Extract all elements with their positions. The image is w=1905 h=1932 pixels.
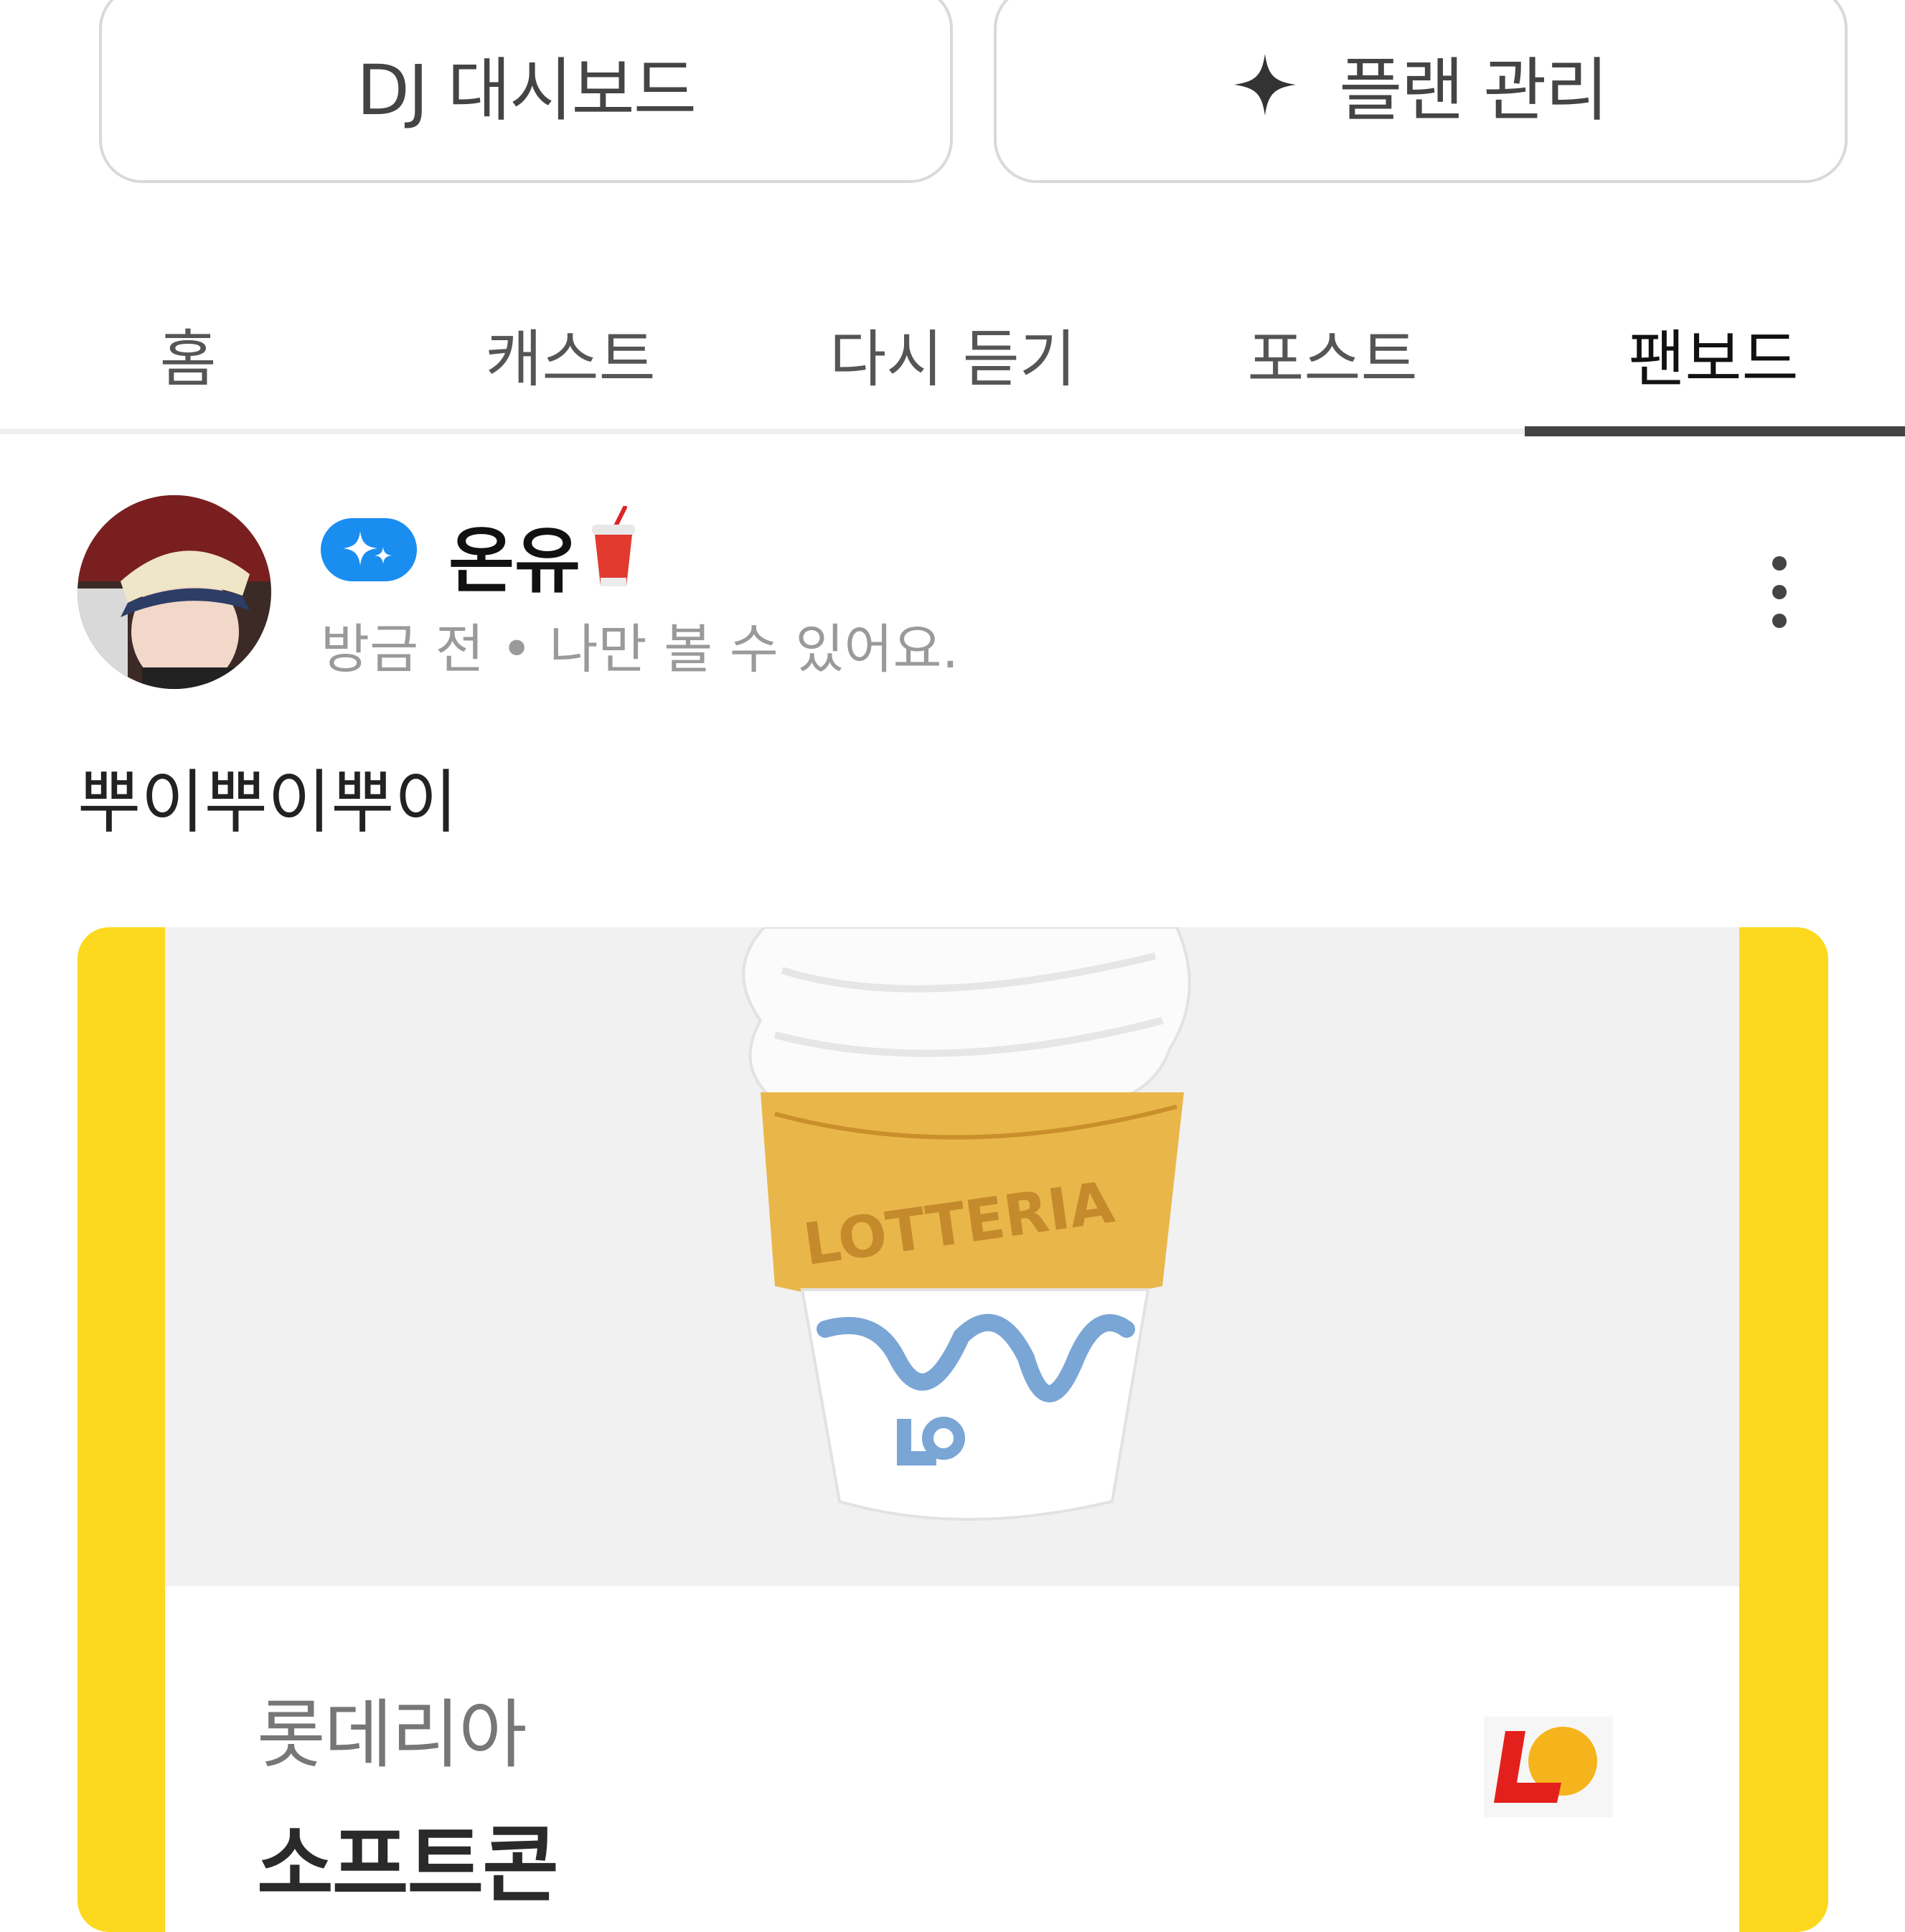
avatar[interactable] bbox=[77, 495, 271, 689]
gift-product-name: 소프트콘 bbox=[257, 1816, 559, 1913]
post-meta: 방금 전 • 나만 볼 수 있어요. bbox=[321, 619, 959, 680]
tab-post[interactable]: 포스트 bbox=[1247, 309, 1417, 398]
tab-fanboard[interactable]: 팬보드 bbox=[1628, 309, 1798, 398]
gift-card-inner: LOTTERIA 롯데리아 소프트콘 bbox=[165, 927, 1739, 1932]
sparkle-icon bbox=[1234, 53, 1297, 116]
gift-card[interactable]: LOTTERIA 롯데리아 소프트콘 bbox=[77, 927, 1828, 1932]
post-body-text: 뿌이뿌이뿌이 bbox=[77, 762, 458, 843]
plan-manage-button[interactable]: 플랜 관리 bbox=[994, 0, 1848, 183]
gift-brand-name: 롯데리아 bbox=[257, 1691, 527, 1778]
lotteria-logo-icon bbox=[1484, 1717, 1613, 1817]
dj-dashboard-label: DJ 대시보드 bbox=[356, 50, 697, 131]
tab-replay[interactable]: 다시 듣기 bbox=[829, 309, 1076, 398]
dj-dashboard-button[interactable]: DJ 대시보드 bbox=[99, 0, 953, 183]
active-tab-indicator bbox=[1525, 426, 1905, 436]
tab-bar: 홈 캐스트 다시 듣기 포스트 팬보드 bbox=[0, 273, 1905, 438]
product-image: LOTTERIA bbox=[165, 927, 1739, 1586]
plan-manage-label: 플랜 관리 bbox=[1339, 50, 1609, 131]
more-vertical-icon[interactable] bbox=[1754, 553, 1805, 632]
drink-cup-icon bbox=[592, 506, 635, 586]
tab-home[interactable]: 홈 bbox=[159, 309, 216, 398]
verified-sparkle-badge-icon bbox=[321, 518, 417, 581]
tab-cast[interactable]: 캐스트 bbox=[485, 309, 655, 398]
post-author-name: 온유 bbox=[448, 519, 580, 603]
